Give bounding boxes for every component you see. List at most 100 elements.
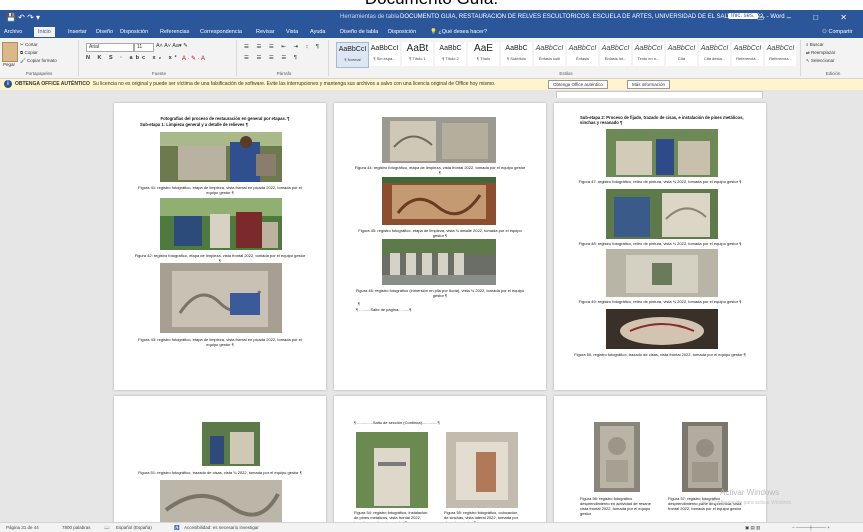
page-1[interactable]: Fotografías del proceso de restauración …	[114, 103, 326, 390]
document-title: DOCUMENTO GUIA, RESTAURACION DE RELVES E…	[400, 14, 785, 20]
style-name: Cita	[677, 56, 686, 61]
style-item[interactable]: AaBbC ¶ Subtítulo	[501, 42, 532, 66]
paste-button[interactable]	[2, 42, 18, 62]
view-buttons[interactable]: ▣ ▤ ▥	[745, 525, 760, 531]
paragraph-lists-row[interactable]: ☰ ☰ ☰ ⇤ ⇥ ↕ ¶	[244, 44, 322, 50]
page-3[interactable]: Sub-etapa 2: Proceso de fijado, trazado …	[554, 103, 766, 390]
language-indicator[interactable]: Español (España)	[116, 525, 152, 530]
photo-figure-41	[160, 132, 282, 182]
caption-figure-43: Figura 43: registro fotográfico, etapa d…	[138, 337, 302, 347]
style-item[interactable]: AaE ¶ Título	[468, 42, 499, 66]
caption-figure-48: Figura 48: registro fotográfico, retiro …	[578, 241, 742, 246]
style-item[interactable]: AaBbCcI Referencia...	[732, 42, 763, 66]
font-name-select[interactable]: Arial	[86, 43, 134, 52]
share-button[interactable]: ⚇ Compartir	[822, 29, 853, 35]
caption-figure-44: Figura 44: registro fotográfico, etapa d…	[354, 165, 526, 175]
cut-button[interactable]: ✂ Cortar	[20, 42, 38, 48]
photo-figure-42	[160, 198, 282, 250]
caption-figure-42: Figura 42: registro fotográfico, etapa d…	[134, 253, 306, 263]
style-item[interactable]: AaBbCcI ¶ Sin espa...	[369, 42, 400, 66]
style-preview: AaBbCcI	[568, 45, 597, 52]
tab-insertar[interactable]: Insertar	[68, 29, 87, 35]
font-grow-shrink[interactable]: A˄ A˅ Aa▾ ✎	[156, 43, 188, 49]
tab-correspondencia[interactable]: Correspondencia	[200, 29, 242, 35]
page-counter[interactable]: Página 31 de 44	[6, 525, 39, 530]
cursor-icon: ↖	[806, 58, 810, 63]
paragraph-align-row[interactable]: ☰ ☰ ☰ ☰ ¶	[244, 55, 300, 61]
paste-label[interactable]: Pegar	[3, 62, 15, 67]
title-bar: 💾 ↶ ↷ ▾ Herramientas de tabla DOCUMENTO …	[0, 10, 863, 26]
caption-figure-55: Figura 55: registro fotográfico, colocac…	[444, 510, 519, 522]
style-item[interactable]: AaBt ¶ Título 1	[402, 42, 433, 66]
style-preview: AaBt	[406, 43, 429, 54]
style-item[interactable]: AaBbCcI Texto en n...	[633, 42, 664, 66]
section-break-marker: ¶ ..............Salto de sección (Contin…	[354, 420, 440, 425]
tab-diseno[interactable]: Diseño	[96, 29, 113, 35]
photo-figure-46	[382, 239, 496, 285]
font-size-select[interactable]: 11	[134, 43, 154, 52]
zoom-slider[interactable]: − ———┼——— +	[792, 525, 830, 530]
find-label: Buscar	[809, 42, 824, 47]
clipboard-group: Pegar ✂ Cortar ⧉ Copiar 🖌 Copiar formato…	[0, 40, 79, 76]
page-4[interactable]: Figura 51: registro fotográfico, trazado…	[114, 396, 326, 522]
sign-in-button[interactable]: Inic. ses.	[728, 13, 758, 19]
photo-figure-48	[606, 189, 718, 239]
page-break-marker: ¶ ..........Salto de página..........¶	[356, 307, 412, 312]
tab-vista[interactable]: Vista	[286, 29, 298, 35]
tab-referencias[interactable]: Referencias	[160, 29, 189, 35]
p1-subheading: Sub-etapa 1: Limpieza general y a detall…	[140, 122, 248, 127]
style-item[interactable]: AaBbCcI Énfasis	[567, 42, 598, 66]
style-item[interactable]: AaBbCcI Referencia...	[765, 42, 796, 66]
style-item[interactable]: AaBbCcI Énfasis sutil	[534, 42, 565, 66]
get-genuine-office-button[interactable]: Obtenga Office auténtico	[548, 80, 608, 89]
copy-label: Copiar	[24, 50, 38, 55]
ruler-bar	[0, 90, 863, 99]
styles-label: Estilos	[559, 71, 573, 76]
style-name: Cita desta...	[703, 56, 726, 61]
caption-figure-54: Figura 54: registro fotográfico, instala…	[354, 510, 428, 522]
style-item[interactable]: AaBbC ¶ Título 2	[435, 42, 466, 66]
font-color-buttons[interactable]: A · ✎ · A	[182, 55, 205, 62]
style-item[interactable]: AaBbCcI Cita desta...	[699, 42, 730, 66]
style-item[interactable]: AaBbCcI ¶ Normal	[336, 42, 369, 68]
style-item[interactable]: AaBbCcI Énfasis int...	[600, 42, 631, 66]
style-name: Texto en n...	[637, 56, 660, 61]
photo-figure-51-a	[202, 422, 260, 466]
font-group: Arial 11 A˄ A˅ Aa▾ ✎ N K S · abc x₂ x² A…	[82, 40, 237, 76]
tell-me-search[interactable]: 💡 ¿Qué desea hacer?	[430, 29, 487, 35]
select-button[interactable]: ↖ Seleccionar	[806, 58, 835, 64]
style-name: ¶ Título	[476, 56, 491, 61]
find-button[interactable]: ⌕ Buscar	[806, 42, 824, 47]
proofing-icon[interactable]: 📖	[104, 525, 110, 531]
tab-ayuda[interactable]: Ayuda	[310, 29, 326, 35]
tab-disposicion[interactable]: Disposición	[120, 29, 148, 35]
caption-figure-51: Figura 51: registro fotográfico, trazado…	[138, 470, 302, 475]
tab-archivo[interactable]: Archivo	[4, 29, 22, 35]
lightbulb-icon: 💡	[430, 29, 437, 35]
replace-label: Reemplazar	[811, 50, 836, 55]
tab-revisar[interactable]: Revisar	[256, 29, 275, 35]
tab-inicio[interactable]: Inicio	[34, 27, 55, 37]
photo-figure-49	[606, 249, 718, 297]
quick-access-toolbar[interactable]: 💾 ↶ ↷ ▾	[6, 13, 40, 22]
font-format-row[interactable]: N K S · abc x₂ x²	[86, 55, 179, 61]
accessibility-status[interactable]: Accesibilidad: es necesario investigar	[184, 525, 259, 530]
format-painter-button[interactable]: 🖌 Copiar formato	[20, 58, 57, 64]
caption-figure-47: Figura 47: registro fotográfico, retiro …	[578, 179, 742, 184]
style-item[interactable]: AaBbCcI Cita	[666, 42, 697, 66]
tab-diseno-tabla[interactable]: Diseño de tabla	[340, 29, 378, 35]
paragraph-label: Párrafo	[276, 71, 292, 76]
page-2[interactable]: Figura 44: registro fotográfico, etapa d…	[334, 103, 546, 390]
activate-windows-watermark: Activar Windows	[720, 488, 780, 497]
more-info-button[interactable]: Más información	[627, 80, 671, 89]
word-count[interactable]: 7800 palabras	[62, 525, 91, 530]
document-workspace[interactable]: Fotografías del proceso de restauración …	[0, 98, 863, 522]
window-controls[interactable]: ▭ – □ ✕	[757, 13, 857, 22]
replace-button[interactable]: ⇄ Reemplazar	[806, 50, 835, 56]
page-5[interactable]: ¶ ..............Salto de sección (Contin…	[334, 396, 546, 522]
copy-button[interactable]: ⧉ Copiar	[20, 50, 38, 55]
style-preview: AaBbCcI	[338, 46, 367, 53]
accessibility-icon: ♿	[174, 525, 180, 530]
tab-disposicion-tabla[interactable]: Disposición	[388, 29, 416, 35]
caption-figure-49: Figura 49: registro fotográfico, retiro …	[578, 299, 742, 304]
